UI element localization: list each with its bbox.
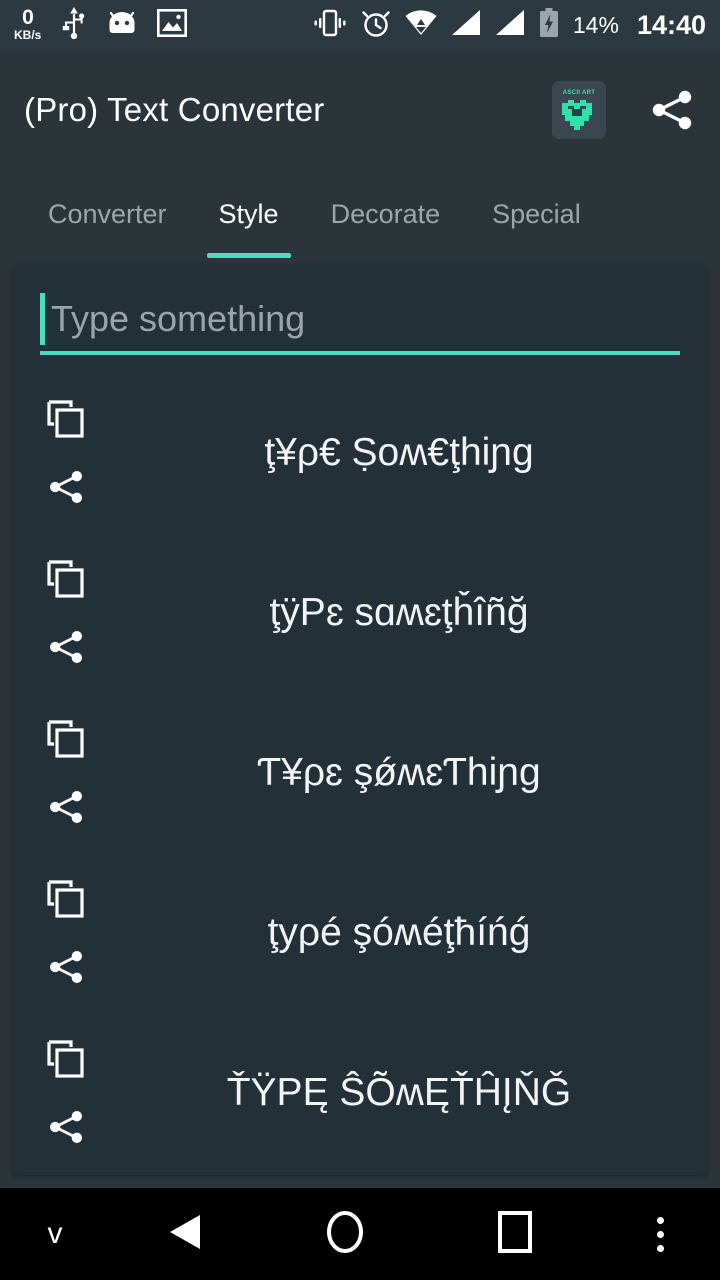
back-button[interactable] <box>110 1212 260 1257</box>
text-cursor <box>40 293 45 345</box>
recents-square-icon <box>497 1210 533 1259</box>
tab-converter-label: Converter <box>48 198 167 229</box>
text-input-wrapper[interactable]: Type something <box>40 287 680 355</box>
share-icon[interactable] <box>44 785 88 829</box>
list-item: ţ¥ρ€ Ṣoʍ€ţhiɲg <box>12 373 708 533</box>
alarm-icon <box>361 8 391 43</box>
network-speed-indicator: 0 KB/s <box>14 7 41 41</box>
hide-keyboard-button[interactable]: v <box>0 1219 110 1249</box>
tab-decorate[interactable]: Decorate <box>305 170 467 258</box>
share-icon[interactable] <box>44 625 88 669</box>
ascii-art-app-icon[interactable]: ASCII ART <box>552 81 606 139</box>
styled-text: Ƭ¥ρɛ şǿʍɛƬhiɲg <box>257 750 541 794</box>
photo-icon <box>157 8 188 42</box>
list-item: ţÿΡɛ ѕɑʍɛţȟîñğ <box>12 533 708 693</box>
app-bar: (Pro) Text Converter ASCII ART <box>0 50 720 170</box>
recents-button[interactable] <box>430 1210 600 1259</box>
tab-style[interactable]: Style <box>193 170 305 258</box>
styled-text: ţ¥ρ€ Ṣoʍ€ţhiɲg <box>264 430 534 474</box>
battery-percent: 14% <box>572 11 619 38</box>
list-item: Ƭ¥ρɛ şǿʍɛƬhiɲg <box>12 693 708 853</box>
status-bar-left: 0 KB/s <box>14 6 188 44</box>
network-speed-value: 0 <box>22 6 34 29</box>
tab-special-label: Special <box>492 198 581 229</box>
status-bar-clock: 14:40 <box>636 9 706 40</box>
system-navigation-bar: v <box>0 1188 720 1280</box>
phone-screen: 0 KB/s 14% 14:40 (Pro) Text Converter AS… <box>0 0 720 1280</box>
search-input-placeholder: Type something <box>51 298 306 339</box>
wifi-icon <box>405 9 437 41</box>
status-bar: 0 KB/s 14% 14:40 <box>0 0 720 50</box>
row-actions <box>12 1013 120 1173</box>
style-results-list: ţ¥ρ€ Ṣoʍ€ţhiɲg ţÿΡɛ ѕɑʍɛţȟîñğ Ƭ¥ρɛ şǿʍɛƬ… <box>12 373 708 1173</box>
input-underline <box>40 351 680 355</box>
app-bar-actions: ASCII ART <box>552 81 696 139</box>
share-icon[interactable] <box>44 1105 88 1149</box>
home-circle-icon <box>324 1209 366 1260</box>
ascii-art-icon-label: ASCII ART <box>562 89 596 96</box>
back-triangle-icon <box>166 1212 204 1257</box>
tab-bar: Converter Style Decorate Special <box>0 170 720 258</box>
home-button[interactable] <box>260 1209 430 1260</box>
row-actions <box>12 373 120 533</box>
share-icon[interactable] <box>44 945 88 989</box>
usb-icon <box>61 6 87 44</box>
row-actions <box>12 533 120 693</box>
copy-icon[interactable] <box>44 1037 88 1081</box>
network-speed-unit: KB/s <box>14 28 42 42</box>
row-actions <box>12 693 120 853</box>
tab-special[interactable]: Special <box>466 170 607 258</box>
tab-style-label: Style <box>218 198 279 229</box>
vibrate-icon <box>313 8 347 43</box>
copy-icon[interactable] <box>44 557 88 601</box>
copy-icon[interactable] <box>44 397 88 441</box>
list-item: ŤŸΡĘ ŜÕʍĘŤĤĮŇǦ <box>12 1013 708 1173</box>
content-card: Type something ţ¥ρ€ Ṣoʍ€ţhiɲg ţÿΡɛ ѕɑʍɛţ… <box>12 265 708 1175</box>
android-head-icon <box>107 9 137 41</box>
hide-keyboard-label: v <box>47 1217 63 1250</box>
share-icon[interactable] <box>44 465 88 509</box>
styled-text: ŤŸΡĘ ŜÕʍĘŤĤĮŇǦ <box>226 1070 572 1114</box>
page-title: (Pro) Text Converter <box>24 91 325 128</box>
battery-charging-icon <box>539 7 559 43</box>
copy-icon[interactable] <box>44 717 88 761</box>
row-actions <box>12 853 120 1013</box>
styled-text: ţyρé şóʍéţħíńǵ <box>267 910 531 954</box>
copy-icon[interactable] <box>44 877 88 921</box>
pixel-heart-icon <box>562 99 592 130</box>
share-icon[interactable] <box>648 86 696 134</box>
tab-decorate-label: Decorate <box>330 198 441 229</box>
signal-2-icon <box>495 9 525 41</box>
styled-text: ţÿΡɛ ѕɑʍɛţȟîñğ <box>269 590 529 634</box>
list-item: ţyρé şóʍéţħíńǵ <box>12 853 708 1013</box>
overflow-menu-button[interactable] <box>600 1216 720 1252</box>
overflow-menu-icon <box>656 1216 664 1252</box>
signal-1-icon <box>451 9 481 41</box>
status-bar-right: 14% 14:40 <box>313 7 706 43</box>
tab-converter[interactable]: Converter <box>22 170 193 258</box>
